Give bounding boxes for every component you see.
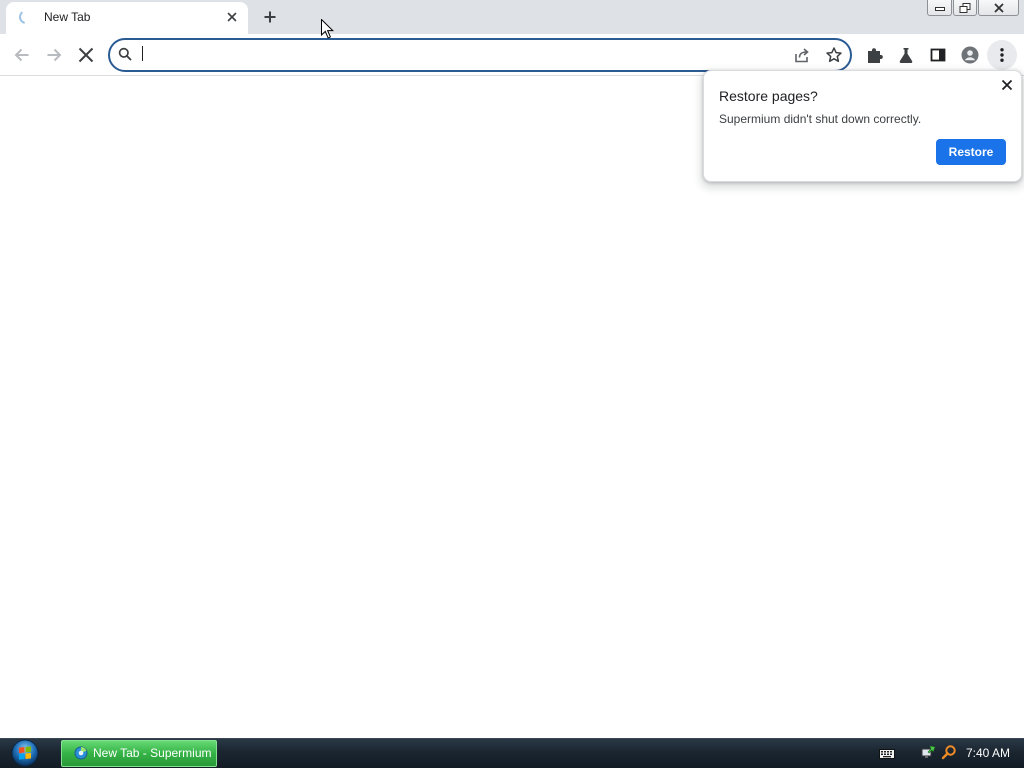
tab-strip: New Tab: [0, 0, 1024, 34]
text-caret: [142, 46, 143, 61]
tab-title: New Tab: [44, 10, 91, 24]
bubble-message: Supermium didn't shut down correctly.: [719, 112, 922, 126]
omnibox[interactable]: [108, 38, 852, 72]
window-close-button[interactable]: [978, 0, 1019, 16]
back-arrow-icon[interactable]: [12, 45, 32, 65]
loading-spinner-icon: [18, 9, 34, 25]
restore-window-icon: [959, 2, 971, 13]
star-icon[interactable]: [825, 46, 843, 64]
network-icon[interactable]: [921, 744, 937, 760]
puzzle-icon[interactable]: [865, 46, 883, 64]
tab-close-icon[interactable]: [225, 10, 239, 24]
new-tab-plus-icon[interactable]: [262, 9, 278, 25]
flask-icon[interactable]: [897, 46, 915, 64]
side-panel-icon[interactable]: [929, 46, 947, 64]
restore-button[interactable]: Restore: [936, 139, 1006, 165]
restore-pages-bubble: Restore pages? Supermium didn't shut dow…: [703, 70, 1022, 182]
taskbar-clock[interactable]: 7:40 AM: [966, 738, 1010, 768]
supermium-icon: [74, 746, 88, 760]
taskbar-item-supermium[interactable]: New Tab - Supermium: [61, 740, 217, 767]
taskbar-item-label: New Tab - Supermium: [93, 746, 212, 760]
close-icon[interactable]: [1000, 78, 1014, 92]
mouse-cursor-icon: [321, 19, 334, 39]
minimize-icon: [934, 6, 945, 11]
stop-icon[interactable]: [76, 45, 96, 65]
minimize-button[interactable]: [927, 0, 952, 16]
search-icon: [118, 47, 132, 61]
windows-start-icon[interactable]: [11, 739, 39, 767]
close-icon: [993, 3, 1004, 12]
profile-icon[interactable]: [961, 46, 979, 64]
more-menu-icon[interactable]: [987, 40, 1017, 70]
taskbar: New Tab - Supermium 7:40 AM: [0, 738, 1024, 768]
tab-new-tab[interactable]: New Tab: [6, 2, 248, 34]
bubble-title: Restore pages?: [719, 88, 818, 104]
omnibox-input[interactable]: [142, 45, 782, 65]
forward-arrow-icon[interactable]: [44, 45, 64, 65]
keyboard-icon[interactable]: [879, 748, 895, 760]
share-icon[interactable]: [793, 46, 811, 64]
restore-window-button[interactable]: [953, 0, 977, 16]
search-icon[interactable]: [941, 744, 957, 760]
